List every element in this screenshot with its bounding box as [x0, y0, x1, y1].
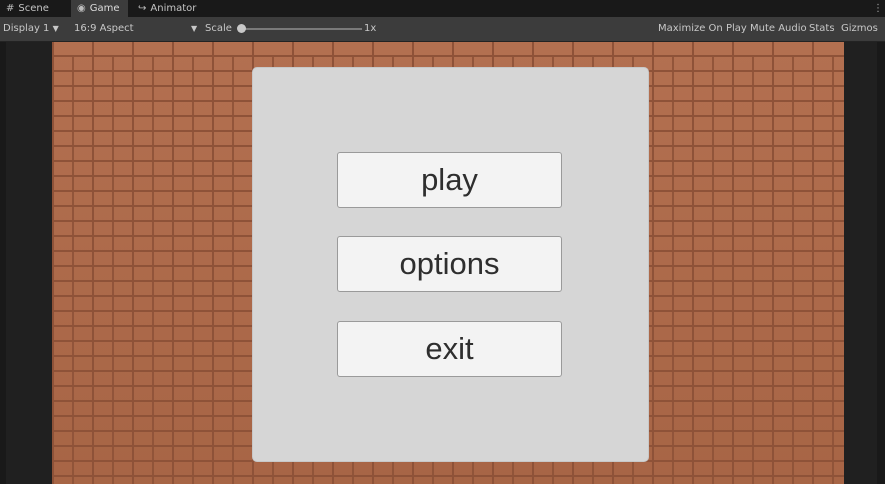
- gamepad-icon: ◉: [77, 3, 86, 14]
- editor-tab-bar: # Scene ◉ Game ↪ Animator ⋮: [0, 0, 885, 17]
- game-viewport[interactable]: play options exit: [6, 42, 877, 484]
- scale-label: Scale: [205, 23, 232, 34]
- tab-label: Scene: [18, 3, 49, 14]
- scale-slider-track[interactable]: [242, 28, 362, 30]
- chevron-down-icon: ▼: [52, 24, 59, 33]
- tab-label: Game: [89, 3, 120, 14]
- options-button[interactable]: options: [337, 236, 562, 292]
- play-button[interactable]: play: [337, 152, 562, 208]
- display-label: Display 1: [3, 23, 50, 34]
- game-toolbar: Display 1 ▼ 16:9 Aspect ▼ Scale 1x Maxim…: [0, 17, 885, 42]
- maximize-on-play-toggle[interactable]: Maximize On Play: [658, 17, 747, 41]
- stats-toggle[interactable]: Stats: [809, 17, 835, 41]
- exit-button[interactable]: exit: [337, 321, 562, 377]
- tab-menu-icon[interactable]: ⋮: [873, 0, 883, 17]
- scale-slider-knob[interactable]: [237, 24, 246, 33]
- main-menu-panel: play options exit: [253, 68, 648, 461]
- tab-animator[interactable]: ↪ Animator: [132, 0, 204, 17]
- scale-value: 1x: [364, 23, 377, 34]
- display-dropdown[interactable]: Display 1 ▼: [3, 17, 59, 41]
- animator-icon: ↪: [138, 3, 147, 14]
- chevron-down-icon: ▼: [191, 24, 198, 33]
- gizmos-toggle[interactable]: Gizmos: [841, 17, 878, 41]
- tab-scene[interactable]: # Scene: [0, 0, 57, 17]
- aspect-chevron[interactable]: ▼: [191, 17, 197, 41]
- mute-audio-toggle[interactable]: Mute Audio: [750, 17, 807, 41]
- grid-icon: #: [6, 3, 15, 14]
- aspect-dropdown[interactable]: 16:9 Aspect: [74, 17, 134, 41]
- tab-game[interactable]: ◉ Game: [71, 0, 128, 17]
- tab-label: Animator: [150, 3, 197, 14]
- aspect-label: 16:9 Aspect: [74, 23, 134, 34]
